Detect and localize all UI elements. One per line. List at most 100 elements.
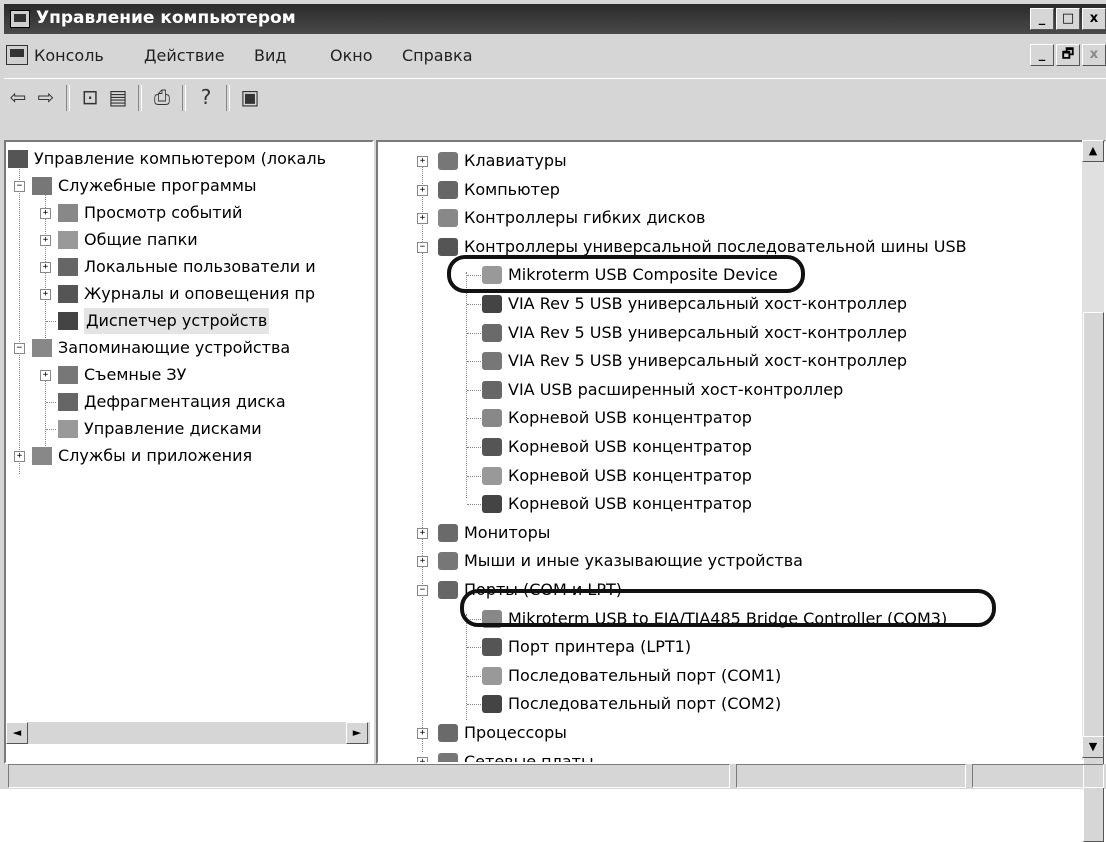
status-bar [4, 762, 1106, 789]
mouse-icon [438, 552, 458, 571]
device-label: Порт принтера (LPT1) [508, 637, 692, 657]
mdi-minimize-button[interactable]: _ [1030, 44, 1054, 66]
usb-icon [482, 352, 502, 371]
users-icon [58, 258, 78, 276]
properties-icon[interactable]: ▣ [238, 85, 262, 109]
expand-icon[interactable]: + [40, 235, 51, 246]
tree-line [467, 361, 481, 363]
collapse-icon[interactable]: − [417, 241, 428, 253]
expand-icon[interactable]: + [417, 213, 428, 225]
left-horizontal-scrollbar[interactable]: ◄ ► [6, 722, 370, 744]
scroll-up-button[interactable]: ▲ [1082, 140, 1104, 162]
tree-label: Дефрагментация диска [84, 392, 286, 411]
usb-icon [482, 466, 502, 485]
device-label: VIA USB расширенный хост-контроллер [508, 379, 844, 399]
help-icon[interactable]: ? [194, 85, 218, 109]
tree-label: Общие папки [84, 230, 198, 249]
collapse-icon[interactable]: − [14, 181, 25, 192]
port-icon [482, 638, 502, 657]
show-hide-tree-icon[interactable]: ▤ [106, 85, 130, 109]
mdi-restore-button[interactable]: 🗗 [1056, 44, 1080, 66]
title-bar[interactable]: Управление компьютером _ □ x [4, 4, 1106, 34]
tree-line [467, 504, 481, 506]
expand-icon[interactable]: + [417, 556, 428, 568]
collapse-icon[interactable]: − [417, 585, 428, 596]
menu-bar: Консоль Действие Вид Окно Справка _ 🗗 x [4, 36, 1106, 74]
right-vertical-scrollbar[interactable]: ▲ ▼ [1082, 140, 1104, 842]
tree-line [46, 429, 56, 430]
scroll-down-button[interactable]: ▼ [1082, 736, 1104, 758]
collapse-icon[interactable]: − [14, 343, 25, 354]
device-label: VIA Rev 5 USB универсальный хост-контрол… [508, 351, 908, 371]
disk-management-icon [58, 420, 78, 438]
expand-icon[interactable]: + [417, 527, 428, 539]
device-label: Последовательный порт (COM1) [508, 665, 782, 685]
tree-label: Съемные ЗУ [84, 365, 187, 384]
toolbar-separator [66, 85, 70, 111]
console-tree[interactable]: Управление компьютером (локаль − Служебн… [4, 140, 374, 764]
storage-icon [32, 339, 52, 357]
expand-icon[interactable]: + [40, 208, 51, 219]
device-label: Корневой USB концентратор [508, 437, 752, 456]
menu-console[interactable]: Консоль [34, 46, 104, 65]
port-icon [482, 695, 502, 714]
usb-icon [482, 438, 502, 456]
expand-icon[interactable]: + [40, 370, 51, 381]
expand-icon[interactable]: + [14, 451, 25, 462]
expand-icon[interactable]: + [417, 184, 428, 196]
tree-line [467, 475, 481, 477]
forward-arrow-icon[interactable]: ⇨ [34, 85, 58, 109]
tree-line [467, 447, 481, 448]
expand-icon[interactable]: + [417, 156, 428, 167]
usb-icon [482, 323, 502, 342]
menu-window[interactable]: Окно [330, 46, 373, 65]
services-icon [32, 447, 52, 465]
tree-line [467, 332, 481, 334]
event-viewer-icon [58, 204, 78, 222]
up-folder-icon[interactable]: ⊡ [78, 85, 102, 109]
expand-icon[interactable]: + [40, 262, 51, 273]
device-label: Корневой USB концентратор [508, 408, 752, 428]
tree-label: Локальные пользователи и [84, 257, 316, 276]
computer-management-icon [8, 150, 28, 168]
expand-icon[interactable]: + [417, 728, 428, 739]
tree-label: Управление дисками [84, 419, 262, 438]
status-panel [8, 764, 730, 788]
mdi-close-button[interactable]: x [1082, 44, 1106, 66]
toolbar-separator [182, 85, 186, 111]
console-icon[interactable] [6, 45, 28, 65]
tree-label: Диспетчер устройств [84, 308, 270, 334]
tree-line [466, 272, 467, 498]
usb-icon [438, 237, 458, 256]
expand-icon[interactable]: + [40, 289, 51, 300]
device-tree-pane[interactable]: + Клавиатуры + Компьютер + Контроллеры гибких… [376, 140, 1106, 764]
close-button[interactable]: x [1082, 8, 1106, 30]
device-label: Корневой USB концентратор [508, 494, 752, 514]
computer-management-icon [10, 10, 30, 28]
tree-line [467, 389, 481, 391]
back-arrow-icon[interactable]: ⇦ [6, 85, 30, 109]
port-icon [438, 581, 458, 599]
removable-storage-icon [58, 366, 78, 384]
usb-icon [482, 495, 502, 514]
menu-help[interactable]: Справка [402, 46, 473, 65]
usb-icon [482, 380, 502, 399]
monitor-icon [438, 523, 458, 542]
minimize-button[interactable]: _ [1030, 8, 1054, 30]
maximize-button[interactable]: □ [1056, 8, 1080, 30]
menu-action[interactable]: Действие [144, 46, 225, 65]
print-icon[interactable]: ⎙ [150, 85, 174, 109]
floppy-controller-icon [438, 209, 458, 228]
window-title: Управление компьютером [36, 8, 296, 28]
keyboard-icon [438, 152, 458, 170]
scroll-right-button[interactable]: ► [346, 722, 368, 744]
device-label: Мониторы [464, 522, 551, 542]
tree-line [467, 675, 481, 677]
tree-line [46, 402, 56, 403]
tree-line [45, 372, 46, 450]
tree-line [46, 321, 56, 322]
tree-line [467, 704, 481, 706]
menu-view[interactable]: Вид [254, 46, 286, 65]
scroll-left-button[interactable]: ◄ [6, 722, 28, 744]
port-icon [482, 666, 502, 685]
